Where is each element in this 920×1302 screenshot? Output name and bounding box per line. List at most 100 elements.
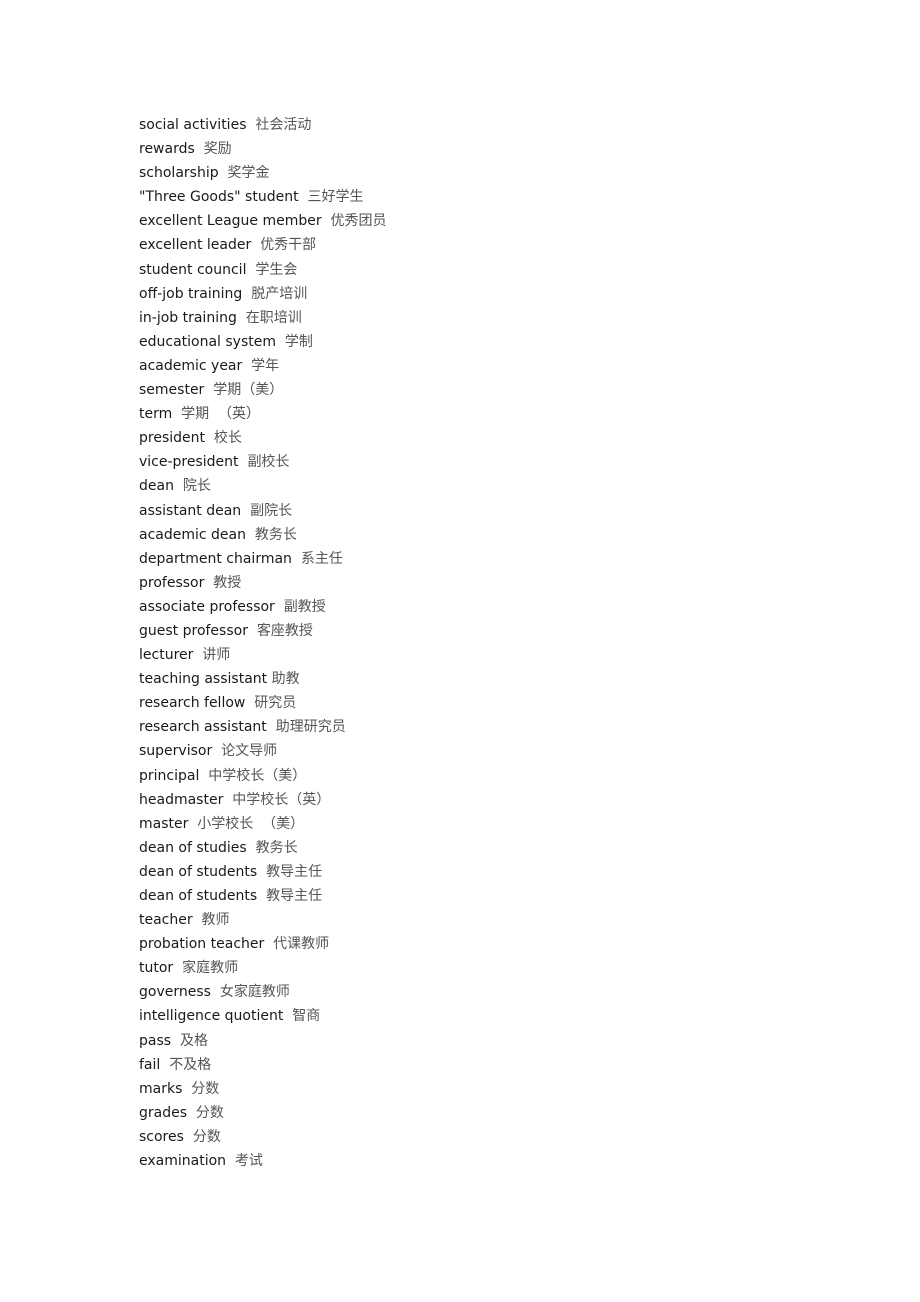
vocabulary-entry: excellent leader 优秀干部 — [139, 233, 387, 257]
vocabulary-entry: grades 分数 — [139, 1101, 387, 1125]
chinese-translation: 学制 — [284, 333, 313, 350]
separator — [245, 695, 254, 711]
separator — [171, 1033, 180, 1049]
vocabulary-entry: social activities 社会活动 — [139, 113, 387, 137]
separator — [182, 1081, 191, 1097]
separator — [211, 984, 220, 1000]
chinese-translation: 智商 — [292, 1008, 321, 1025]
separator — [199, 768, 208, 784]
vocabulary-entry: research fellow 研究员 — [139, 691, 387, 715]
english-term: research assistant — [139, 719, 267, 736]
english-term: intelligence quotient — [139, 1008, 284, 1025]
separator — [188, 816, 197, 832]
vocabulary-entry: research assistant 助理研究员 — [139, 715, 387, 739]
vocabulary-entry: in-job training 在职培训 — [139, 306, 387, 330]
english-term: supervisor — [139, 743, 213, 760]
chinese-translation: 社会活动 — [255, 117, 312, 133]
vocabulary-entry: dean of students 教导主任 — [139, 860, 387, 884]
separator — [204, 575, 213, 591]
separator — [237, 310, 246, 326]
vocabulary-entry: headmaster 中学校长（英） — [139, 788, 387, 812]
chinese-translation: 副校长 — [247, 454, 290, 471]
english-term: rewards — [139, 141, 195, 158]
vocabulary-entry: "Three Goods" student 三好学生 — [139, 185, 387, 209]
chinese-translation: 不及格 — [169, 1056, 212, 1073]
english-term: guest professor — [139, 622, 248, 639]
english-term: scores — [139, 1128, 184, 1145]
english-term: teacher — [139, 912, 193, 929]
chinese-translation: 优秀干部 — [260, 237, 317, 254]
chinese-translation: 系主任 — [300, 550, 343, 567]
separator — [267, 719, 276, 735]
chinese-translation: 分数 — [195, 1104, 224, 1121]
english-term: excellent League member — [139, 213, 322, 230]
vocabulary-list: social activities 社会活动 rewards 奖励 scholars… — [139, 113, 387, 1173]
english-term: assistant dean — [139, 502, 242, 519]
english-term: dean of students — [139, 863, 258, 880]
english-term: department chairman — [139, 550, 292, 567]
chinese-translation: 助理研究员 — [275, 719, 346, 736]
vocabulary-entry: teaching assistant 助教 — [139, 667, 387, 691]
english-term: dean of students — [139, 888, 258, 904]
english-term: dean — [139, 478, 174, 495]
english-term: social activities — [139, 117, 247, 133]
chinese-translation: 脱产培训 — [251, 285, 308, 302]
chinese-translation: 讲师 — [202, 647, 231, 664]
vocabulary-entry: semester 学期（美） — [139, 378, 387, 402]
separator — [174, 478, 183, 494]
chinese-translation: 分数 — [191, 1080, 220, 1097]
chinese-translation: 研究员 — [254, 695, 297, 712]
separator — [248, 623, 257, 639]
separator — [212, 743, 221, 759]
english-term: tutor — [139, 960, 174, 977]
english-term: in-job training — [139, 309, 237, 326]
english-term: pass — [139, 1032, 172, 1049]
chinese-translation: 小学校长 （美） — [197, 815, 305, 832]
vocabulary-entry: dean of students 教导主任 — [139, 884, 387, 908]
separator — [275, 599, 284, 615]
chinese-translation: 教授 — [213, 574, 242, 591]
vocabulary-entry: associate professor 副教授 — [139, 595, 387, 619]
english-term: "Three Goods" student — [139, 189, 299, 206]
english-term: associate professor — [139, 598, 275, 615]
chinese-translation: 学期（美） — [213, 382, 284, 399]
separator — [242, 358, 251, 374]
separator — [257, 888, 266, 904]
english-term: research fellow — [139, 695, 246, 712]
english-term: scholarship — [139, 165, 219, 182]
separator — [193, 647, 202, 663]
chinese-translation: 代课教师 — [273, 936, 330, 953]
chinese-translation: 教务长 — [254, 526, 297, 543]
chinese-translation: 副教授 — [283, 598, 326, 615]
vocabulary-entry: lecturer 讲师 — [139, 643, 387, 667]
vocabulary-entry: supervisor 论文导师 — [139, 739, 387, 763]
separator — [322, 213, 331, 229]
english-term: teaching assistant — [139, 671, 268, 688]
chinese-translation: 论文导师 — [221, 743, 278, 760]
english-term: semester — [139, 382, 205, 399]
chinese-translation: 分数 — [192, 1128, 221, 1145]
vocabulary-entry: department chairman 系主任 — [139, 547, 387, 571]
separator — [242, 286, 251, 302]
vocabulary-entry: academic dean 教务长 — [139, 523, 387, 547]
chinese-translation: 院长 — [182, 478, 211, 495]
vocabulary-entry: scholarship 奖学金 — [139, 161, 387, 185]
vocabulary-entry: academic year 学年 — [139, 354, 387, 378]
vocabulary-entry: assistant dean 副院长 — [139, 499, 387, 523]
separator — [226, 1153, 235, 1169]
vocabulary-entry: pass 及格 — [139, 1029, 387, 1053]
vocabulary-entry: dean 院长 — [139, 474, 387, 498]
vocabulary-entry: vice-president 副校长 — [139, 450, 387, 474]
vocabulary-entry: student council 学生会 — [139, 258, 387, 282]
english-term: president — [139, 430, 205, 447]
vocabulary-entry: rewards 奖励 — [139, 137, 387, 161]
separator — [276, 334, 285, 350]
chinese-translation: 在职培训 — [245, 309, 302, 326]
english-term: excellent leader — [139, 237, 252, 254]
vocabulary-entry: probation teacher 代课教师 — [139, 932, 387, 956]
english-term: professor — [139, 574, 205, 591]
vocabulary-entry: tutor 家庭教师 — [139, 956, 387, 980]
chinese-translation: 教导主任 — [266, 888, 323, 904]
english-term: principal — [139, 767, 200, 784]
chinese-translation: 奖励 — [203, 141, 232, 158]
